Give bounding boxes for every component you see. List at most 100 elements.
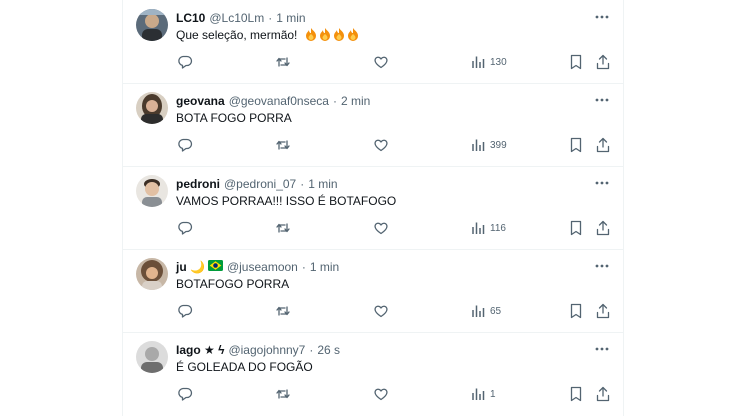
share-button[interactable] bbox=[596, 53, 610, 71]
share-button[interactable] bbox=[596, 136, 610, 154]
share-button[interactable] bbox=[596, 219, 610, 237]
tweet-header: ju 🌙 @juseamoon · 1 min bbox=[176, 259, 339, 275]
user-handle[interactable]: @geovanaf0nseca bbox=[229, 93, 329, 109]
avatar[interactable] bbox=[136, 175, 168, 207]
retweet-button[interactable] bbox=[275, 53, 291, 71]
bookmark-button[interactable] bbox=[569, 219, 583, 237]
user-handle[interactable]: @Lc10Lm bbox=[209, 10, 264, 26]
like-button[interactable] bbox=[373, 219, 389, 237]
retweet-icon bbox=[276, 57, 290, 67]
tweet[interactable]: LC10 @Lc10Lm · 1 min Que seleção, mermão… bbox=[123, 0, 623, 84]
reply-icon bbox=[178, 55, 193, 69]
views-button[interactable]: 116 bbox=[471, 219, 506, 237]
separator-dot: · bbox=[309, 343, 314, 357]
tweet-header: Iago ★ ϟ @iagojohnny7 · 26 s bbox=[176, 342, 340, 358]
bookmark-icon bbox=[570, 220, 582, 236]
display-name[interactable]: ju 🌙 bbox=[176, 259, 205, 275]
views-button[interactable]: 399 bbox=[471, 136, 507, 154]
reply-button[interactable] bbox=[177, 385, 193, 403]
like-icon bbox=[374, 222, 388, 235]
tweet-actions: 65 bbox=[123, 302, 623, 320]
fire-icon bbox=[319, 28, 330, 41]
timeline-feed: LC10 @Lc10Lm · 1 min Que seleção, mermão… bbox=[122, 0, 624, 416]
retweet-button[interactable] bbox=[275, 219, 291, 237]
like-button[interactable] bbox=[373, 385, 389, 403]
reply-button[interactable] bbox=[177, 53, 193, 71]
avatar[interactable] bbox=[136, 9, 168, 41]
bookmark-button[interactable] bbox=[569, 385, 583, 403]
fire-icon bbox=[305, 28, 316, 41]
user-handle[interactable]: @iagojohnny7 bbox=[228, 342, 305, 358]
timestamp[interactable]: 26 s bbox=[317, 342, 340, 358]
timestamp[interactable]: 1 min bbox=[308, 176, 337, 192]
retweet-icon bbox=[276, 140, 290, 150]
more-icon[interactable] bbox=[593, 92, 611, 108]
bookmark-icon bbox=[570, 137, 582, 153]
more-icon[interactable] bbox=[593, 9, 611, 25]
fire-icon bbox=[333, 28, 344, 41]
tweet[interactable]: pedroni @pedroni_07 · 1 min VAMOS PORRAA… bbox=[123, 166, 623, 250]
reply-button[interactable] bbox=[177, 302, 193, 320]
user-handle[interactable]: @pedroni_07 bbox=[224, 176, 296, 192]
brazil-flag-icon bbox=[207, 259, 223, 275]
share-button[interactable] bbox=[596, 385, 610, 403]
like-button[interactable] bbox=[373, 136, 389, 154]
like-button[interactable] bbox=[373, 53, 389, 71]
like-icon bbox=[374, 56, 388, 69]
views-icon bbox=[472, 56, 485, 68]
retweet-button[interactable] bbox=[275, 136, 291, 154]
retweet-button[interactable] bbox=[275, 302, 291, 320]
views-button[interactable]: 1 bbox=[471, 385, 496, 403]
like-button[interactable] bbox=[373, 302, 389, 320]
tweet-text: Que seleção, mermão! bbox=[176, 27, 360, 43]
display-name[interactable]: pedroni bbox=[176, 176, 220, 192]
like-icon bbox=[374, 139, 388, 152]
more-icon[interactable] bbox=[593, 175, 611, 191]
tweet-header: LC10 @Lc10Lm · 1 min bbox=[176, 10, 306, 26]
avatar[interactable] bbox=[136, 258, 168, 290]
reply-icon bbox=[178, 387, 193, 401]
views-icon bbox=[472, 388, 485, 400]
views-button[interactable]: 65 bbox=[471, 302, 501, 320]
retweet-button[interactable] bbox=[275, 385, 291, 403]
tweet-actions: 1 bbox=[123, 385, 623, 403]
tweet[interactable]: Iago ★ ϟ @iagojohnny7 · 26 s É GOLEADA D… bbox=[123, 332, 623, 416]
tweet-header: geovana @geovanaf0nseca · 2 min bbox=[176, 93, 370, 109]
separator-dot: · bbox=[268, 11, 273, 25]
timestamp[interactable]: 1 min bbox=[276, 10, 305, 26]
more-icon[interactable] bbox=[593, 258, 611, 274]
tweet-text: BOTAFOGO PORRA bbox=[176, 277, 290, 291]
share-icon bbox=[596, 303, 610, 319]
bookmark-button[interactable] bbox=[569, 53, 583, 71]
tweet-text: É GOLEADA DO FOGÃO bbox=[176, 360, 313, 374]
tweet[interactable]: ju 🌙 @juseamoon · 1 min BOTAFOGO PORRA 6… bbox=[123, 249, 623, 333]
views-button[interactable]: 130 bbox=[471, 53, 507, 71]
share-button[interactable] bbox=[596, 302, 610, 320]
tweet-text: BOTA FOGO PORRA bbox=[176, 111, 292, 125]
bookmark-button[interactable] bbox=[569, 136, 583, 154]
display-name[interactable]: geovana bbox=[176, 93, 225, 109]
timestamp[interactable]: 2 min bbox=[341, 93, 370, 109]
bookmark-icon bbox=[570, 303, 582, 319]
avatar[interactable] bbox=[136, 92, 168, 124]
display-name[interactable]: Iago ★ ϟ bbox=[176, 342, 224, 358]
display-name[interactable]: LC10 bbox=[176, 10, 205, 26]
tweet[interactable]: geovana @geovanaf0nseca · 2 min BOTA FOG… bbox=[123, 83, 623, 167]
tweet-actions: 130 bbox=[123, 53, 623, 71]
tweet-actions: 399 bbox=[123, 136, 623, 154]
timestamp[interactable]: 1 min bbox=[310, 259, 339, 275]
avatar[interactable] bbox=[136, 341, 168, 373]
bookmark-button[interactable] bbox=[569, 302, 583, 320]
reply-button[interactable] bbox=[177, 136, 193, 154]
share-icon bbox=[596, 220, 610, 236]
more-icon[interactable] bbox=[593, 341, 611, 357]
bookmark-icon bbox=[570, 54, 582, 70]
views-icon bbox=[472, 305, 485, 317]
user-handle[interactable]: @juseamoon bbox=[227, 259, 298, 275]
retweet-icon bbox=[276, 306, 290, 316]
reply-icon bbox=[178, 138, 193, 152]
views-icon bbox=[472, 139, 485, 151]
views-icon bbox=[472, 222, 485, 234]
views-count: 65 bbox=[490, 305, 502, 317]
reply-button[interactable] bbox=[177, 219, 193, 237]
